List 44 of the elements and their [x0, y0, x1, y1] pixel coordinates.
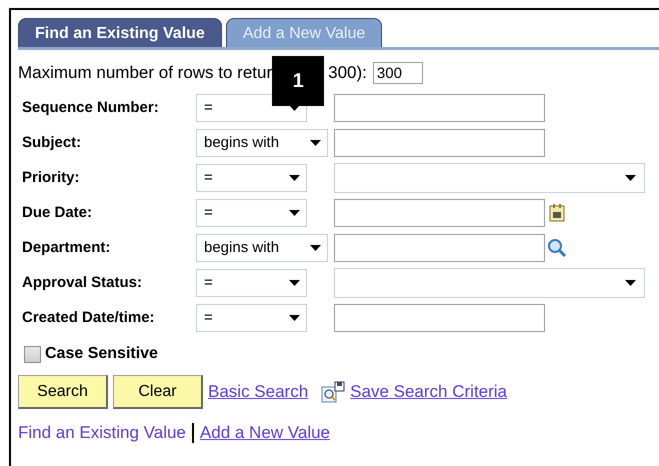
field-label: Due Date:	[21, 204, 94, 221]
caret-icon	[289, 314, 300, 320]
operator-select[interactable]: =	[196, 198, 307, 226]
max-rows-label: 300):	[328, 63, 367, 83]
max-rows-label: Maximum number of rows to retur	[18, 63, 272, 83]
field-label: Sequence Number:	[21, 99, 160, 116]
operator-select[interactable]: =	[196, 164, 307, 192]
caret-icon	[625, 174, 636, 180]
dropdown-field[interactable]	[334, 268, 645, 298]
field-label: Approval Status:	[21, 274, 144, 291]
text-field[interactable]	[334, 304, 545, 332]
action-button[interactable]: Search	[18, 375, 108, 409]
callout-number: 1	[272, 56, 324, 106]
basic-search-link[interactable]: Basic Search	[208, 382, 308, 402]
caret-icon	[310, 244, 321, 250]
checkbox[interactable]	[24, 346, 41, 362]
save-search-link[interactable]: Save Search Criteria	[350, 382, 508, 402]
operator-select[interactable]: =	[196, 268, 307, 296]
caret-icon	[310, 140, 321, 146]
field-label: Department:	[21, 239, 112, 256]
add-new-link[interactable]: Add a New Value	[200, 423, 330, 443]
action-button[interactable]: Clear	[113, 375, 203, 409]
caret-icon	[289, 210, 300, 216]
operator-select[interactable]: =	[196, 304, 307, 332]
dropdown-field[interactable]	[334, 162, 645, 192]
search-icon[interactable]	[547, 238, 567, 258]
operator-select[interactable]: begins with	[196, 234, 328, 262]
caret-icon	[625, 280, 636, 286]
max-rows-input[interactable]: 300	[372, 62, 423, 84]
operator-select[interactable]: begins with	[196, 128, 328, 156]
field-label: Subject:	[21, 134, 82, 151]
caret-icon	[289, 280, 300, 286]
tab[interactable]: Find an Existing Value	[18, 18, 222, 47]
text-field[interactable]	[334, 128, 545, 156]
date-field[interactable]	[334, 198, 545, 226]
field-label: Priority:	[21, 169, 81, 186]
calendar-icon[interactable]	[549, 204, 565, 222]
find-existing-link[interactable]: Find an Existing Value	[18, 423, 186, 443]
save-search-icon[interactable]	[321, 381, 346, 403]
text-field[interactable]	[334, 94, 545, 122]
caret-icon	[289, 174, 300, 180]
checkbox-label: Case Sensitive	[45, 345, 158, 363]
field-label: Created Date/time:	[21, 309, 156, 326]
text-field[interactable]	[334, 234, 545, 262]
